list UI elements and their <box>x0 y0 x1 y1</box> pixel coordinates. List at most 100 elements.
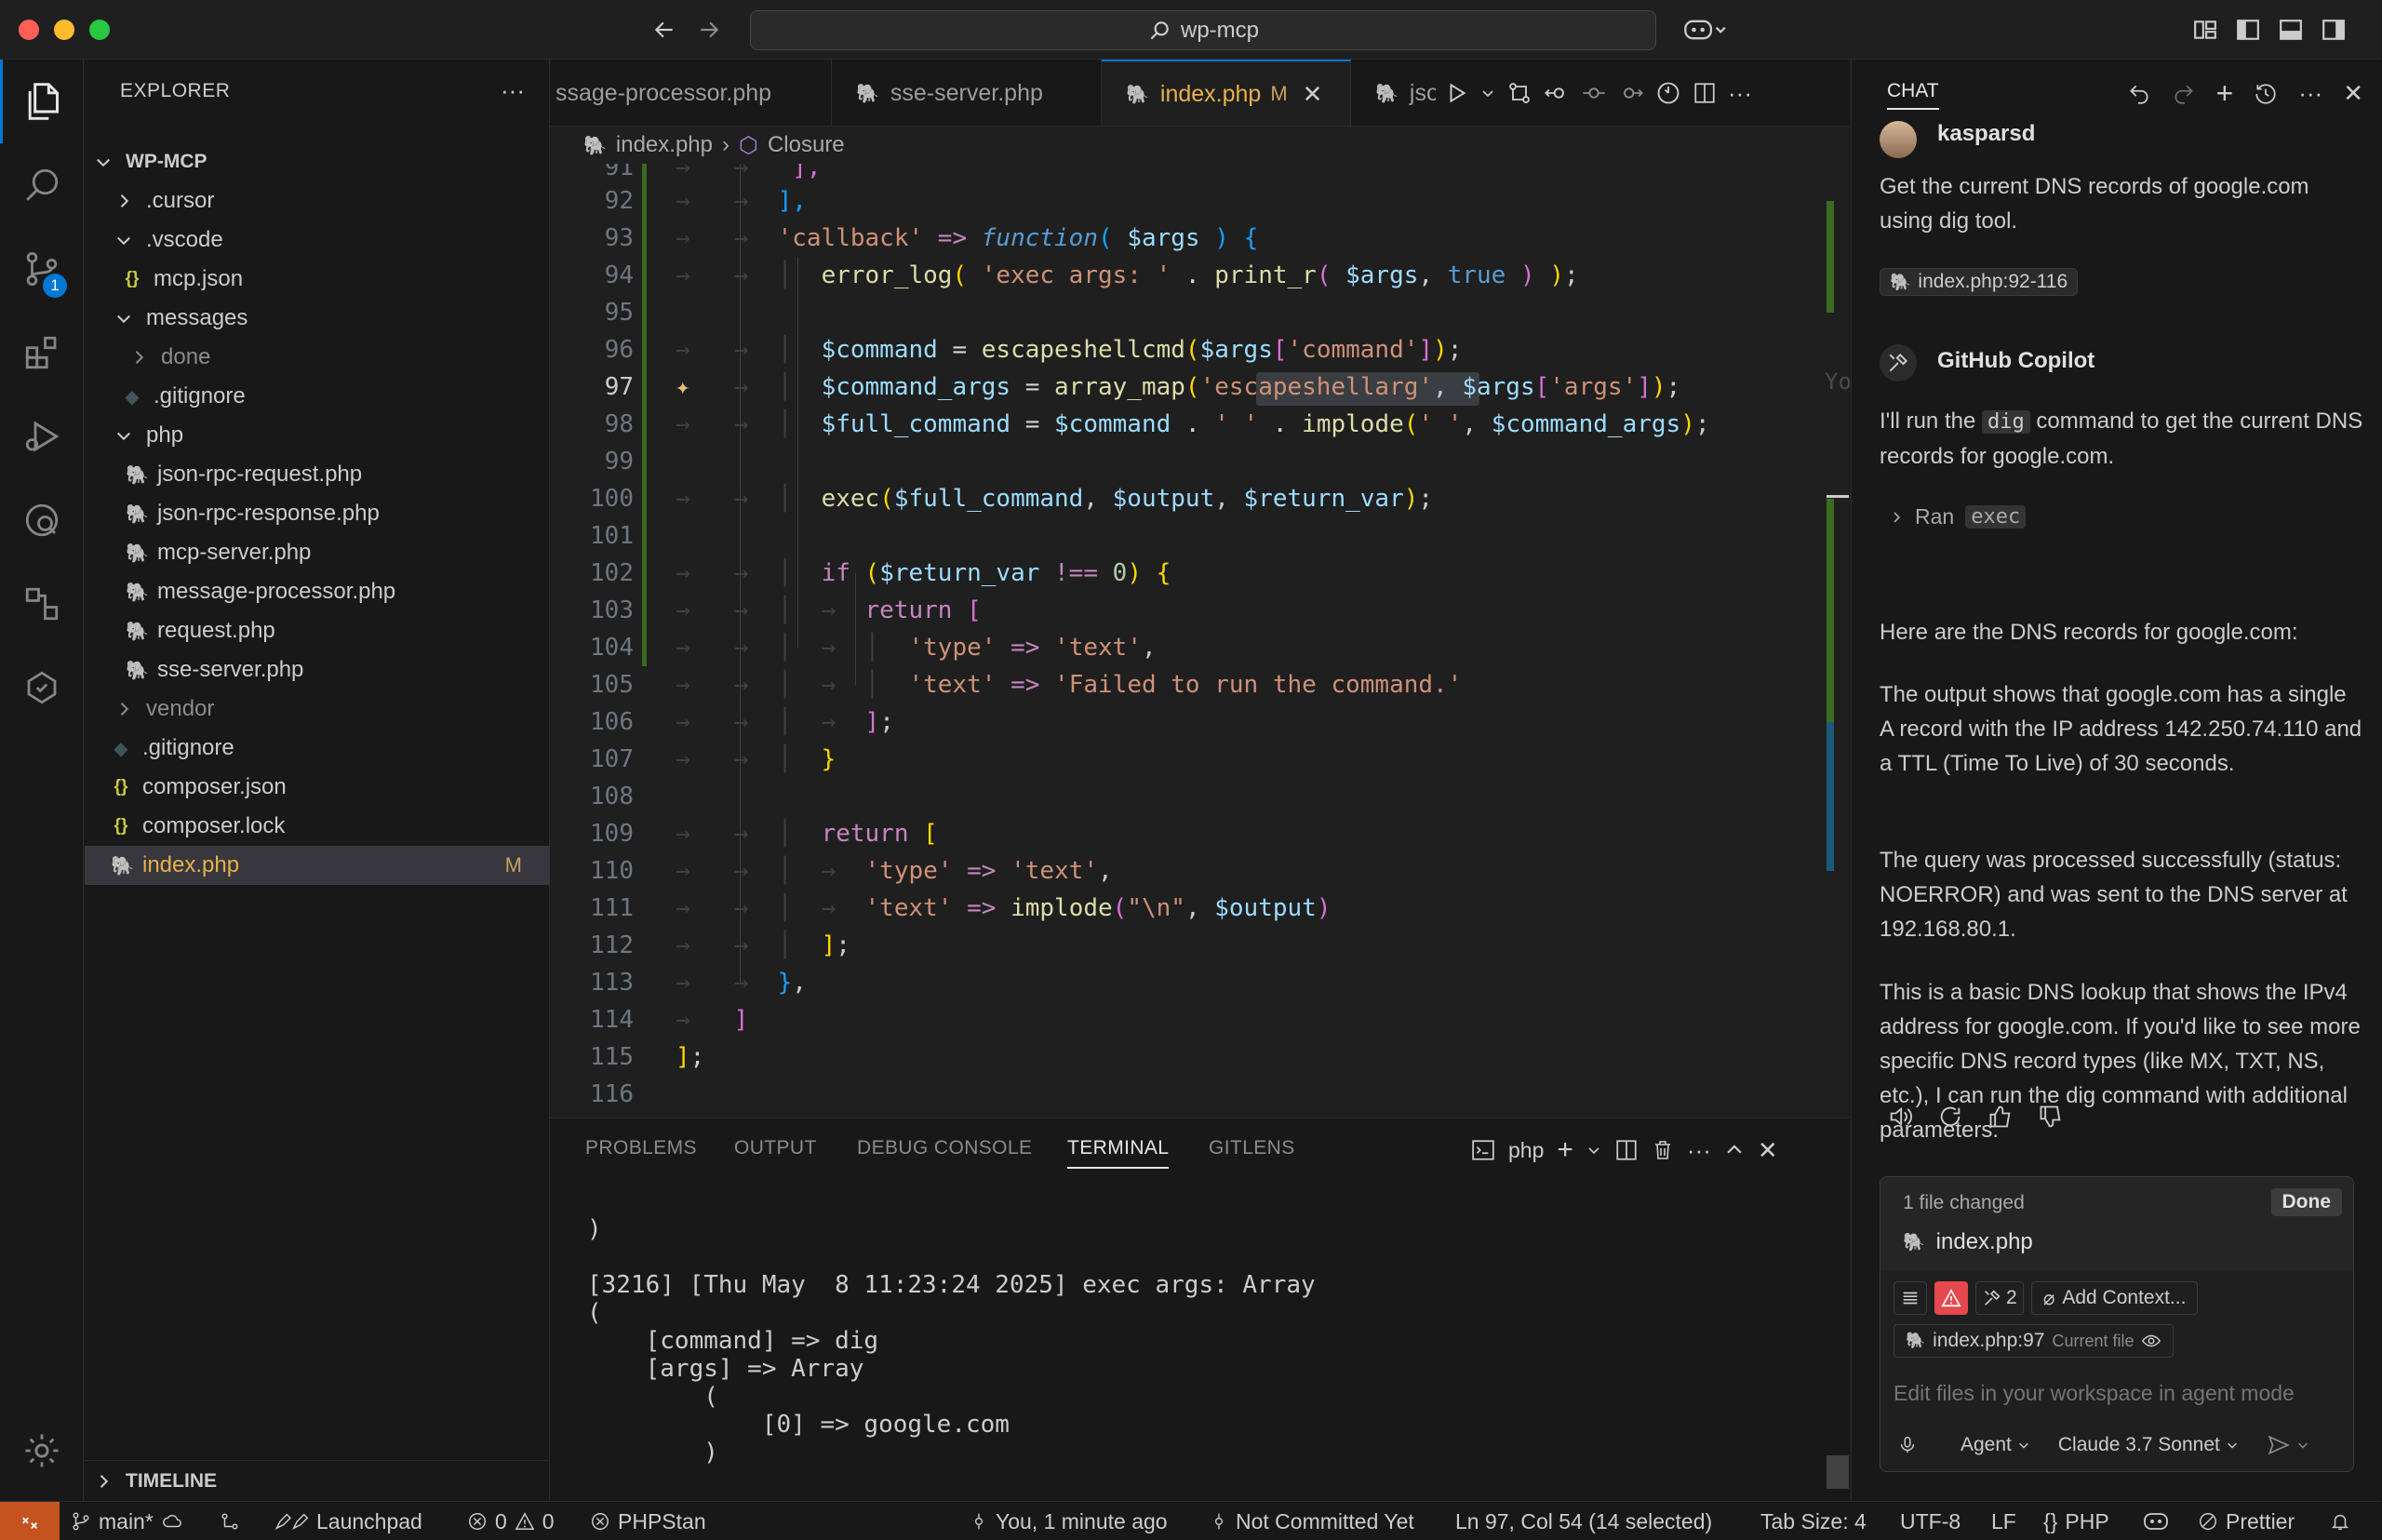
trash-icon[interactable] <box>1652 1138 1674 1162</box>
remote-indicator[interactable] <box>0 1502 60 1540</box>
tree-file-gitignore-root[interactable]: ◆ .gitignore <box>85 729 550 768</box>
prettier-indicator[interactable]: Prettier <box>2198 1502 2295 1540</box>
thumbs-down-icon[interactable] <box>2038 1104 2064 1130</box>
gitlens-icon[interactable] <box>0 562 84 646</box>
tree-file-mcp-server[interactable]: 🐘 mcp-server.php <box>85 533 550 572</box>
tab-problems[interactable]: PROBLEMS <box>585 1137 697 1159</box>
search-icon[interactable] <box>0 143 84 227</box>
copilot-status[interactable] <box>2142 1502 2170 1540</box>
breadcrumb-file[interactable]: index.php <box>616 132 713 158</box>
thumbs-up-icon[interactable] <box>1987 1104 2014 1130</box>
toggle-primary-sidebar-icon[interactable] <box>2231 13 2265 47</box>
current-file-chip[interactable]: 🐘 index.php:97 Current file <box>1894 1324 2175 1358</box>
terminal-name[interactable]: php <box>1508 1138 1544 1163</box>
warning-icon[interactable] <box>1934 1281 1968 1315</box>
tools-button[interactable]: 2 <box>1975 1281 2024 1315</box>
retry-icon[interactable] <box>1937 1104 1963 1130</box>
phpstan-indicator[interactable]: PHPStan <box>590 1502 706 1540</box>
tree-file-composer-lock[interactable]: {} composer.lock <box>85 807 550 846</box>
sync-cloud-icon[interactable] <box>161 1511 183 1532</box>
tab-debug-console[interactable]: DEBUG CONSOLE <box>857 1137 1032 1159</box>
changed-file-row[interactable]: 🐘 index.php <box>1903 1229 2033 1255</box>
tree-file-composer-json[interactable]: {} composer.json <box>85 768 550 807</box>
chat-input[interactable] <box>1894 1376 2340 1410</box>
close-panel-icon[interactable]: ✕ <box>1758 1136 1778 1165</box>
add-context-button[interactable]: ⌀ Add Context... <box>2030 1281 2199 1315</box>
problems-indicator[interactable]: 0 0 <box>467 1502 555 1540</box>
timeline-section[interactable]: TIMELINE <box>85 1462 550 1501</box>
toggle-secondary-sidebar-icon[interactable] <box>2317 13 2350 47</box>
close-chat-icon[interactable]: ✕ <box>2343 79 2363 108</box>
history-icon[interactable] <box>2254 82 2278 106</box>
read-aloud-icon[interactable] <box>1887 1104 1913 1130</box>
reference-chip[interactable]: 🐘 index.php:92-116 <box>1880 268 2079 296</box>
close-tab-icon[interactable]: ✕ <box>1303 80 1323 109</box>
tab-terminal[interactable]: TERMINAL <box>1067 1137 1170 1169</box>
mode-picker[interactable]: Agent <box>1960 1434 2030 1456</box>
tree-folder-php[interactable]: php <box>85 416 550 455</box>
send-button[interactable] <box>2267 1433 2309 1457</box>
testing-icon[interactable] <box>0 646 84 730</box>
explorer-icon[interactable] <box>0 60 84 143</box>
tree-file-mcp-json[interactable]: {} mcp.json <box>85 260 550 299</box>
previous-change-icon[interactable] <box>1544 80 1570 106</box>
copilot-icon[interactable] <box>1679 13 1731 47</box>
tree-file-json-rpc-request[interactable]: 🐘 json-rpc-request.php <box>85 455 550 494</box>
sparkle-icon[interactable]: ✦ <box>676 373 690 401</box>
new-chat-icon[interactable]: + <box>2216 76 2234 111</box>
tree-file-sse-server[interactable]: 🐘 sse-server.php <box>85 650 550 690</box>
next-change-icon[interactable] <box>1618 80 1644 106</box>
undo-icon[interactable] <box>2127 82 2151 106</box>
remote-explorer-icon[interactable] <box>0 478 84 562</box>
commit-indicator[interactable]: Not Committed Yet <box>1210 1502 1414 1540</box>
extensions-icon[interactable] <box>0 311 84 395</box>
launchpad-indicator[interactable]: Launchpad <box>272 1502 422 1540</box>
split-editor-icon[interactable] <box>1693 81 1717 105</box>
tree-file-json-rpc-response[interactable]: 🐘 json-rpc-response.php <box>85 494 550 533</box>
graph-indicator[interactable] <box>220 1502 240 1540</box>
tree-file-request[interactable]: 🐘 request.php <box>85 611 550 650</box>
tab-index-php[interactable]: 🐘 index.php M ✕ <box>1102 60 1351 126</box>
code-editor[interactable]: Yo 91 → → ], 92 → → ], 93 → → 'callback' =>… <box>550 164 1850 1118</box>
ran-tool-row[interactable]: Ran exec <box>1889 504 2027 529</box>
tree-file-gitignore-messages[interactable]: ◆ .gitignore <box>85 377 550 416</box>
language-mode[interactable]: {} PHP <box>2043 1502 2109 1540</box>
redo-icon[interactable] <box>2172 82 2196 106</box>
forward-arrow-icon[interactable] <box>692 13 726 47</box>
breadcrumb-symbol[interactable]: Closure <box>768 132 845 158</box>
close-window-button[interactable] <box>19 20 39 40</box>
back-arrow-icon[interactable] <box>648 13 681 47</box>
zoom-window-button[interactable] <box>89 20 110 40</box>
open-changes-icon[interactable] <box>1506 80 1532 106</box>
customize-layout-icon[interactable] <box>2188 13 2222 47</box>
terminal-scrollbar[interactable] <box>1827 1455 1849 1489</box>
tab-sse-server[interactable]: 🐘 sse-server.php <box>832 60 1102 126</box>
run-icon[interactable] <box>1445 81 1469 105</box>
split-terminal-icon[interactable] <box>1614 1138 1639 1162</box>
timeline-history-icon[interactable] <box>1655 80 1681 106</box>
attach-list-icon[interactable] <box>1894 1281 1927 1315</box>
tree-folder-done[interactable]: done <box>85 338 550 377</box>
settings-gear-icon[interactable] <box>0 1409 84 1493</box>
more-actions-icon[interactable]: ··· <box>1687 1136 1711 1165</box>
cursor-position[interactable]: Ln 97, Col 54 (14 selected) <box>1455 1502 1712 1540</box>
eye-icon[interactable] <box>2141 1331 2161 1351</box>
run-and-debug-icon[interactable] <box>0 395 84 478</box>
tree-folder-cursor[interactable]: .cursor <box>85 181 550 221</box>
tree-folder-messages[interactable]: messages <box>85 299 550 338</box>
maximize-panel-icon[interactable] <box>1724 1140 1745 1160</box>
tab-gitlens[interactable]: GITLENS <box>1209 1137 1295 1159</box>
model-picker[interactable]: Claude 3.7 Sonnet <box>2058 1434 2239 1456</box>
tree-folder-vscode[interactable]: .vscode <box>85 221 550 260</box>
end-of-line[interactable]: LF <box>1991 1502 2016 1540</box>
more-actions-icon[interactable]: ··· <box>2298 79 2322 108</box>
chevron-down-icon[interactable] <box>1586 1143 1601 1158</box>
command-center[interactable]: wp-mcp <box>750 10 1656 50</box>
tree-file-message-processor[interactable]: 🐘 message-processor.php <box>85 572 550 611</box>
tree-folder-vendor[interactable]: vendor <box>85 690 550 729</box>
encoding[interactable]: UTF-8 <box>1900 1502 1960 1540</box>
tab-size[interactable]: Tab Size: 4 <box>1760 1502 1867 1540</box>
notifications-bell-icon[interactable] <box>2330 1502 2350 1540</box>
more-actions-icon[interactable]: ··· <box>501 76 525 105</box>
minimize-window-button[interactable] <box>54 20 74 40</box>
